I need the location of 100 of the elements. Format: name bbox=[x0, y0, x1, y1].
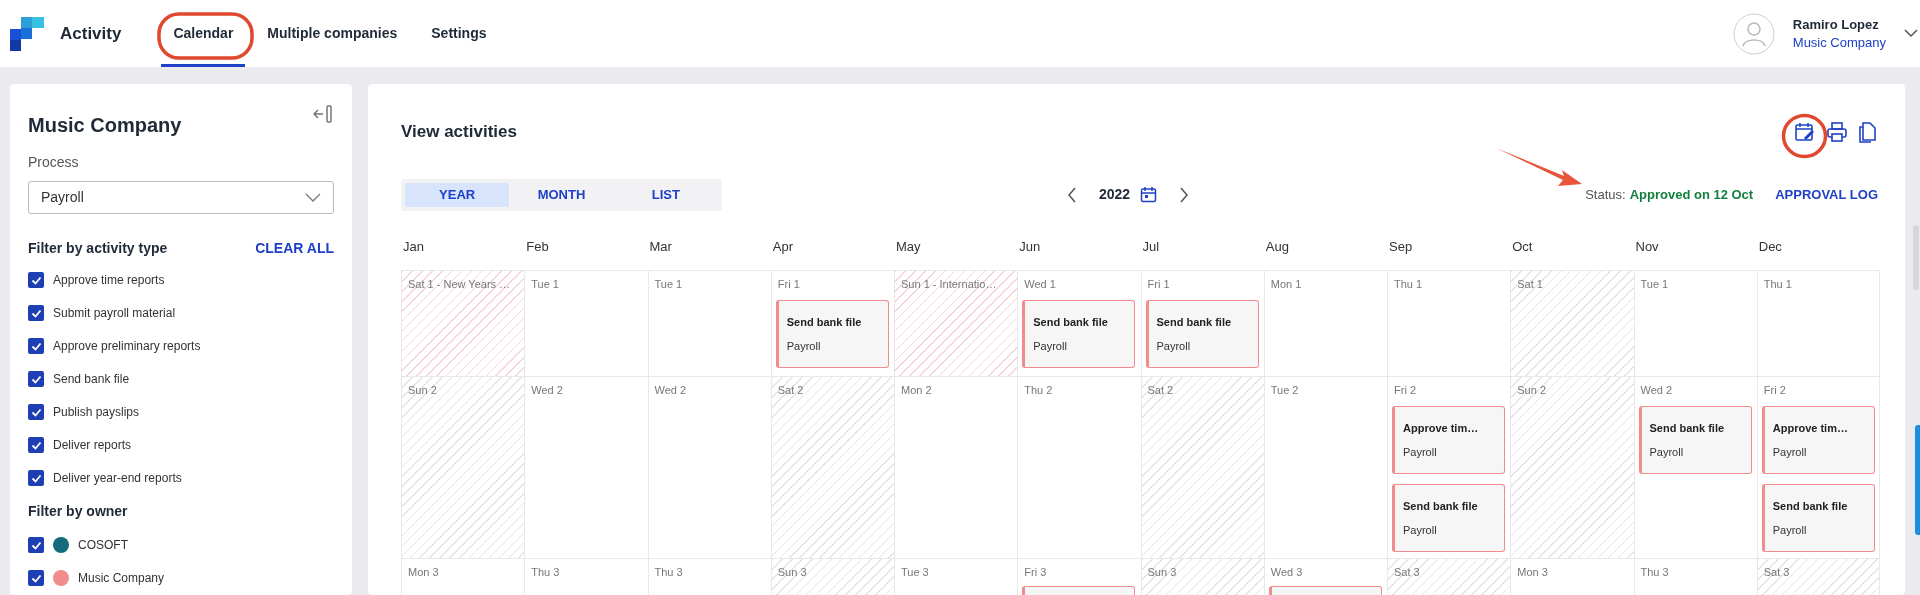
nav-tab[interactable]: Multiple companies bbox=[255, 0, 410, 67]
month-heading: May bbox=[895, 237, 922, 256]
day-label: Mon 3 bbox=[1516, 564, 1549, 580]
view-tab[interactable]: MONTH bbox=[509, 182, 614, 207]
check-icon bbox=[30, 539, 42, 551]
annotation-circle bbox=[1781, 113, 1828, 159]
day-label: Tue 1 bbox=[1639, 276, 1670, 292]
filter-label: Send bank file bbox=[53, 371, 130, 388]
status-label: Status: bbox=[1585, 185, 1626, 204]
filter-label: COSOFT bbox=[78, 537, 128, 554]
checkbox[interactable] bbox=[28, 537, 44, 553]
day-label: Thu 1 bbox=[1762, 276, 1793, 292]
day-label: Fri 1 bbox=[776, 276, 801, 292]
checkbox[interactable] bbox=[28, 272, 44, 288]
checkbox[interactable] bbox=[28, 470, 44, 486]
day-label: Sun 3 bbox=[1146, 564, 1178, 580]
clear-all-link[interactable]: CLEAR ALL bbox=[255, 238, 334, 259]
event-card[interactable]: Send bank file Payroll bbox=[1761, 484, 1875, 552]
day-label: Wed 2 bbox=[653, 382, 688, 398]
section-heading: Filter by owner bbox=[28, 502, 129, 521]
day-label: Sat 2 bbox=[1146, 382, 1175, 398]
avatar-icon bbox=[1732, 12, 1775, 55]
day-label: Sat 1 - New Years … bbox=[407, 276, 512, 292]
day-label: Sat 2 bbox=[776, 382, 805, 398]
print-icon[interactable] bbox=[1826, 120, 1848, 143]
day-label: Thu 3 bbox=[530, 564, 561, 580]
month-heading: Oct bbox=[1511, 237, 1534, 256]
field-label: Process bbox=[28, 153, 80, 172]
day-label: Sat 1 bbox=[1516, 276, 1544, 292]
view-tab[interactable]: LIST bbox=[613, 182, 718, 207]
day-label: Sun 3 bbox=[776, 564, 808, 580]
nav-tab[interactable]: Settings bbox=[419, 0, 499, 67]
check-icon bbox=[30, 439, 42, 451]
day-label: Mon 3 bbox=[407, 564, 440, 580]
check-icon bbox=[30, 274, 42, 286]
collapse-icon[interactable] bbox=[312, 104, 334, 124]
view-tab[interactable]: YEAR bbox=[405, 182, 510, 207]
approval-log-link[interactable]: APPROVAL LOG bbox=[1775, 184, 1878, 205]
month-heading: Jun bbox=[1018, 237, 1042, 256]
logo-icon bbox=[10, 16, 44, 51]
day-label: Fri 1 bbox=[1146, 276, 1171, 292]
day-label: Wed 2 bbox=[1639, 382, 1674, 398]
month-heading: Aug bbox=[1264, 237, 1290, 256]
day-label: Tue 3 bbox=[900, 564, 930, 580]
year-label: 2022 bbox=[1099, 185, 1131, 204]
nav-tab[interactable]: Calendar bbox=[161, 0, 246, 67]
calendar-edit-icon[interactable] bbox=[1794, 120, 1816, 143]
check-icon bbox=[30, 373, 42, 385]
day-label: Sat 3 bbox=[1762, 564, 1791, 580]
checkbox[interactable] bbox=[28, 404, 44, 420]
check-icon bbox=[30, 340, 42, 352]
month-heading: Feb bbox=[525, 237, 550, 256]
day-label: Sun 2 bbox=[1516, 382, 1547, 398]
check-icon bbox=[30, 307, 42, 319]
day-label: Wed 3 bbox=[1269, 564, 1304, 580]
process-dropdown[interactable]: Payroll bbox=[28, 181, 334, 214]
event-card[interactable]: Send bank file Payroll bbox=[1392, 484, 1505, 552]
status-value: Approved on 12 Oct bbox=[1629, 185, 1754, 204]
filter-label: Publish payslips bbox=[53, 404, 140, 421]
event-card[interactable]: Approve tim… Payroll bbox=[1761, 406, 1875, 474]
chevron-right-icon[interactable] bbox=[1179, 186, 1190, 203]
day-label: Tue 1 bbox=[653, 276, 684, 292]
filter-label: Music Company bbox=[78, 570, 165, 587]
day-label: Tue 1 bbox=[530, 276, 560, 292]
checkbox[interactable] bbox=[28, 437, 44, 453]
month-heading: Jul bbox=[1141, 237, 1161, 256]
checkbox[interactable] bbox=[28, 570, 44, 586]
checkbox[interactable] bbox=[28, 305, 44, 321]
section-heading: Filter by activity type bbox=[28, 239, 168, 258]
day-label: Sun 1 - Internatio… bbox=[900, 276, 998, 292]
check-icon bbox=[30, 406, 42, 418]
day-label: Thu 3 bbox=[1639, 564, 1670, 580]
day-label: Wed 2 bbox=[530, 382, 564, 398]
copy-icon[interactable] bbox=[1858, 120, 1878, 143]
event-card[interactable]: Send bank file Payroll bbox=[1145, 300, 1259, 368]
day-label: Sat 3 bbox=[1393, 564, 1421, 580]
panel-title: Music Company bbox=[28, 113, 182, 138]
event-card[interactable]: Approve tim… Payroll bbox=[1392, 406, 1505, 474]
day-label: Mon 2 bbox=[900, 382, 933, 398]
chevron-down-icon[interactable] bbox=[1904, 29, 1918, 38]
day-label: Mon 1 bbox=[1269, 276, 1303, 292]
filter-label: Deliver year-end reports bbox=[53, 470, 182, 487]
month-heading: Sep bbox=[1388, 237, 1414, 256]
day-label: Thu 1 bbox=[1393, 276, 1424, 292]
day-label: Thu 3 bbox=[653, 564, 684, 580]
chevron-left-icon[interactable] bbox=[1067, 186, 1077, 203]
checkbox[interactable] bbox=[28, 338, 44, 354]
event-card[interactable]: Send bank file Payroll bbox=[775, 300, 889, 368]
event-card[interactable]: Send bank file Payroll bbox=[1022, 300, 1136, 368]
filter-label: Approve preliminary reports bbox=[53, 338, 201, 355]
calendar-icon[interactable] bbox=[1140, 186, 1158, 203]
check-icon bbox=[30, 572, 42, 584]
checkbox[interactable] bbox=[28, 371, 44, 387]
event-card[interactable]: Send bank file Payroll bbox=[1638, 406, 1752, 474]
filter-label: Deliver reports bbox=[53, 437, 132, 454]
user-name: Ramiro Lopez bbox=[1792, 15, 1880, 34]
check-icon bbox=[30, 472, 42, 484]
app-title: Activity bbox=[60, 22, 122, 45]
month-heading: Dec bbox=[1757, 237, 1783, 256]
day-label: Thu 2 bbox=[1023, 382, 1054, 398]
